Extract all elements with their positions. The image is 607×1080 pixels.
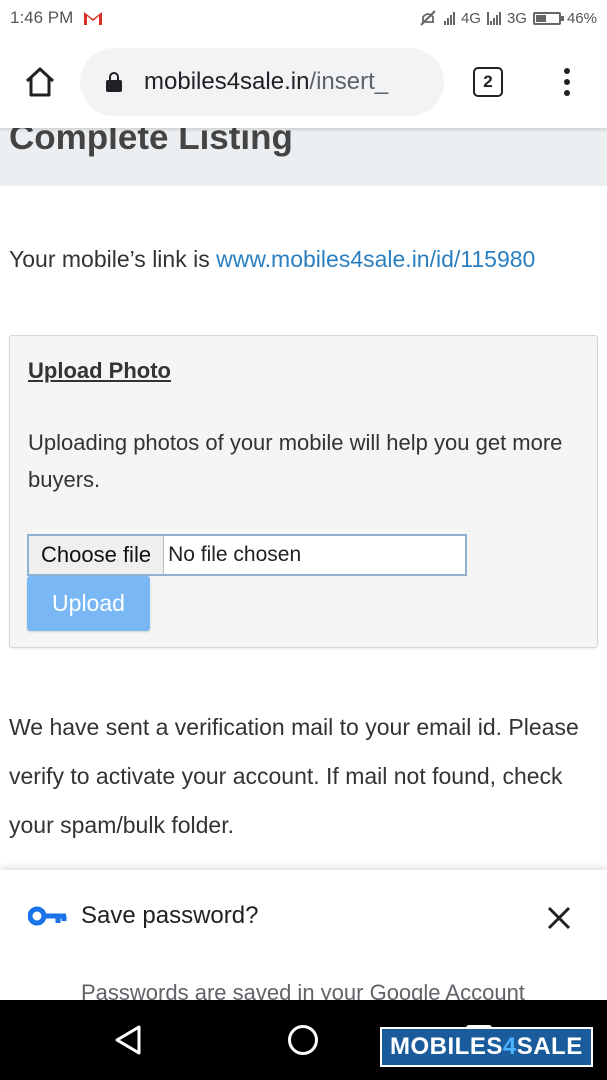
signal-icon-2 <box>486 11 501 25</box>
no-file-chosen-text: No file chosen <box>168 543 302 566</box>
upload-photo-description: Uploading photos of your mobile will hel… <box>28 430 563 492</box>
watermark-part-2: 4 <box>502 1033 517 1060</box>
address-bar[interactable]: mobiles4sale.in/insert_ <box>80 48 444 116</box>
save-password-sheet: Save password? Passwords are saved in yo… <box>0 870 607 1000</box>
overflow-menu-icon[interactable] <box>532 68 602 96</box>
network-type-2: 3G <box>506 9 527 27</box>
browser-toolbar: mobiles4sale.in/insert_ 2 <box>0 36 607 128</box>
url-host: mobiles4sale.in <box>144 68 310 95</box>
listing-link-line: Your mobile’s link is www.mobiles4sale.i… <box>9 246 535 273</box>
choose-file-button[interactable]: Choose file <box>29 536 165 574</box>
link-prefix: Your mobile’s link is <box>9 246 210 272</box>
home-icon <box>25 67 55 97</box>
status-time: 1:46 PM <box>10 8 74 27</box>
upload-photo-title: Upload Photo <box>28 358 171 383</box>
signal-icon <box>443 11 455 25</box>
save-password-title: Save password? <box>81 902 259 929</box>
verification-message: We have sent a verification mail to your… <box>9 714 579 838</box>
lock-icon <box>106 72 122 92</box>
watermark-part-1: MOBILES <box>390 1033 503 1060</box>
status-bar: 1:46 PM 4G 3G 46% <box>0 0 607 36</box>
file-input[interactable]: Choose file No file chosen <box>27 534 467 576</box>
back-icon[interactable] <box>113 1024 143 1056</box>
battery-icon <box>532 11 564 25</box>
battery-percent: 46% <box>566 9 597 27</box>
mute-icon <box>420 10 436 26</box>
url-path: /insert_ <box>309 68 389 95</box>
watermark-logo: MOBILES 4 SALE <box>380 1027 593 1067</box>
key-icon <box>28 906 67 926</box>
upload-button[interactable]: Upload <box>27 576 150 631</box>
upload-photo-panel: Upload Photo Uploading photos of your mo… <box>9 335 598 648</box>
nav-home-icon[interactable] <box>288 1025 318 1055</box>
url-text: mobiles4sale.in/insert_ <box>144 68 434 96</box>
close-icon[interactable] <box>545 904 573 932</box>
network-type-1: 4G <box>460 9 481 27</box>
watermark-part-3: SALE <box>516 1033 583 1060</box>
gmail-icon <box>84 12 103 25</box>
listing-link[interactable]: www.mobiles4sale.in/id/115980 <box>216 246 535 272</box>
tab-count: 2 <box>473 67 503 97</box>
save-password-subtitle: Passwords are saved in your Google Accou… <box>81 980 525 1000</box>
home-button[interactable] <box>0 36 80 128</box>
tab-switcher-button[interactable]: 2 <box>444 67 532 97</box>
